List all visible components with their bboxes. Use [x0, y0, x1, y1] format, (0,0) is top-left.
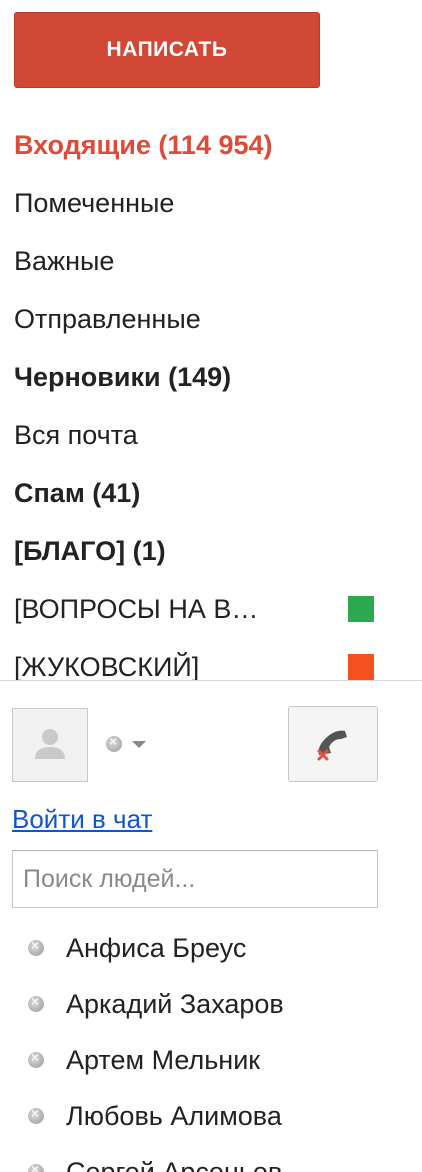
section-divider [0, 680, 422, 681]
call-phone-button[interactable] [288, 706, 378, 782]
nav-item-label-voprosy[interactable]: [ВОПРОСЫ НА В… [14, 580, 384, 638]
chevron-down-icon [132, 740, 146, 748]
nav-item-sent[interactable]: Отправленные [14, 290, 384, 348]
contact-item[interactable]: Артем Мельник [22, 1032, 412, 1088]
contact-item[interactable]: Аркадий Захаров [22, 976, 412, 1032]
nav-item-spam[interactable]: Спам (41) [14, 464, 384, 522]
nav-item-starred[interactable]: Помеченные [14, 174, 384, 232]
contact-list: Анфиса Бреус Аркадий Захаров Артем Мельн… [22, 920, 412, 1172]
nav-item-all-mail[interactable]: Вся почта [14, 406, 384, 464]
avatar[interactable] [12, 708, 88, 782]
offline-dot-icon [28, 993, 44, 1012]
phone-disabled-icon [317, 730, 347, 761]
contact-item[interactable]: Сергей Арсеньев [22, 1144, 412, 1172]
offline-dot-icon [28, 937, 44, 956]
nav-item-label-blago[interactable]: [БЛАГО] (1) [14, 522, 384, 580]
people-search-input[interactable] [12, 850, 378, 908]
offline-dot-icon [106, 733, 122, 752]
chat-status-dropdown[interactable] [106, 733, 146, 752]
nav-item-drafts[interactable]: Черновики (149) [14, 348, 384, 406]
offline-dot-icon [28, 1105, 44, 1124]
compose-button[interactable]: НАПИСАТЬ [14, 12, 320, 88]
label-color-swatch[interactable] [348, 654, 374, 680]
offline-dot-icon [28, 1049, 44, 1068]
chat-signin-link[interactable]: Войти в чат [12, 804, 152, 835]
offline-dot-icon [28, 1161, 44, 1172]
mail-folders-nav: Входящие (114 954) Помеченные Важные Отп… [14, 116, 384, 680]
person-placeholder-icon [35, 729, 65, 759]
nav-item-inbox[interactable]: Входящие (114 954) [14, 116, 384, 174]
label-color-swatch[interactable] [348, 596, 374, 622]
nav-item-important[interactable]: Важные [14, 232, 384, 290]
contact-item[interactable]: Любовь Алимова [22, 1088, 412, 1144]
nav-item-label-zhukovsky[interactable]: [ЖУКОВСКИЙ] [14, 638, 384, 680]
contact-item[interactable]: Анфиса Бреус [22, 920, 412, 976]
